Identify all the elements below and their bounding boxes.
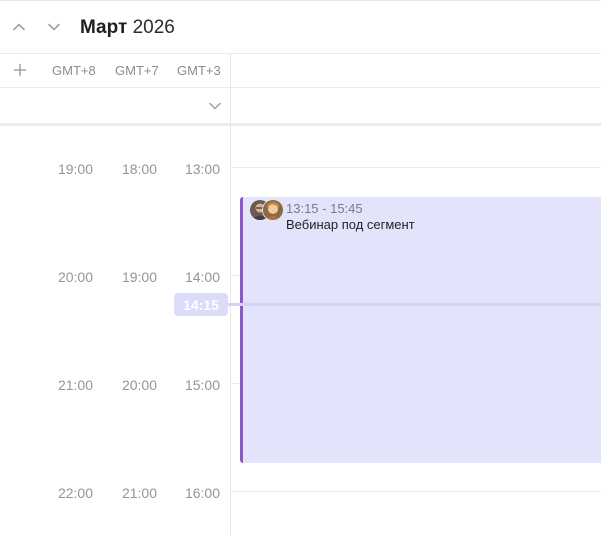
event-time: 13:15 - 15:45: [286, 201, 363, 216]
avatar: [262, 199, 284, 221]
add-timezone-button[interactable]: [10, 59, 30, 81]
time-label: 18:00: [121, 161, 157, 177]
timezone-label[interactable]: GMT+7: [115, 63, 159, 78]
calendar-header: Март 2026: [0, 1, 601, 53]
hour-line: [231, 167, 601, 168]
plus-icon: [13, 63, 27, 77]
time-label: 16:00: [184, 485, 220, 501]
time-label: 15:00: [184, 377, 220, 393]
event-attendees: [249, 199, 289, 221]
year-label: 2026: [132, 17, 175, 38]
timezone-label[interactable]: GMT+3: [177, 63, 221, 78]
time-label: 19:00: [121, 269, 157, 285]
time-gutter-border: [230, 54, 231, 535]
timezone-row: GMT+8 GMT+7 GMT+3: [0, 54, 230, 87]
timezone-label[interactable]: GMT+8: [52, 63, 96, 78]
next-month-button[interactable]: [43, 15, 65, 39]
prev-month-button[interactable]: [8, 15, 30, 39]
timezone-divider: [0, 87, 601, 88]
page-title: Март 2026: [80, 17, 175, 39]
hour-line: [231, 491, 601, 492]
chevron-down-icon: [48, 23, 60, 31]
time-label: 22:00: [57, 485, 93, 501]
current-time-line: [228, 303, 601, 306]
collapse-chevron-icon: [209, 102, 221, 110]
collapse-all-day-button[interactable]: [205, 96, 225, 116]
chevron-up-icon: [13, 23, 25, 31]
event-title: Вебинар под сегмент: [286, 217, 415, 232]
time-label: 13:00: [184, 161, 220, 177]
all-day-separator: [0, 123, 601, 126]
time-label: 21:00: [121, 485, 157, 501]
time-label: 20:00: [57, 269, 93, 285]
time-label: 21:00: [57, 377, 93, 393]
calendar-event[interactable]: 13:15 - 15:45 Вебинар под сегмент: [240, 197, 601, 463]
time-label: 20:00: [121, 377, 157, 393]
time-label: 19:00: [57, 161, 93, 177]
month-label: Март: [80, 17, 128, 38]
time-label: 14:00: [184, 269, 220, 285]
current-time-badge: 14:15: [174, 293, 228, 316]
